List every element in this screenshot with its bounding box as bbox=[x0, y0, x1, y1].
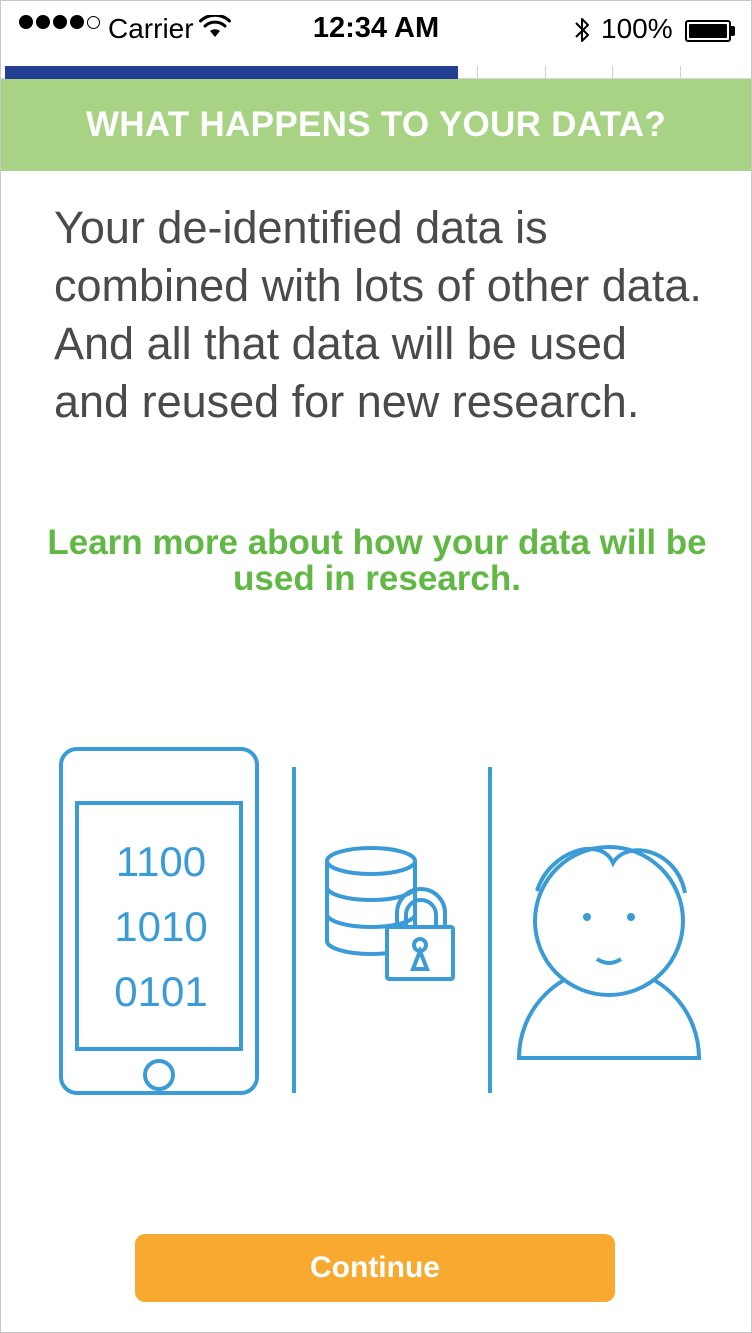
progress-fill bbox=[5, 66, 458, 79]
bluetooth-icon bbox=[573, 15, 591, 50]
status-bar: Carrier 12:34 AM 100% bbox=[1, 1, 751, 63]
person-icon bbox=[516, 845, 702, 1060]
battery-tip-icon bbox=[731, 26, 735, 36]
progress-bar bbox=[1, 63, 751, 79]
progress-segment-divider bbox=[545, 66, 546, 79]
progress-segment-divider bbox=[680, 66, 681, 79]
binary-line-2: 1010 bbox=[114, 903, 207, 950]
learn-more-link[interactable]: Learn more about how your data will be u… bbox=[41, 525, 713, 597]
continue-button[interactable]: Continue bbox=[135, 1234, 615, 1302]
data-flow-illustration: 1100 1010 0101 bbox=[59, 747, 702, 1095]
page-title: WHAT HAPPENS TO YOUR DATA? bbox=[85, 105, 667, 144]
header-band: WHAT HAPPENS TO YOUR DATA? bbox=[1, 79, 751, 171]
battery-icon bbox=[685, 20, 731, 42]
progress-segment-divider bbox=[612, 66, 613, 79]
binary-line-1: 1100 bbox=[116, 838, 206, 885]
body-text: Your de-identified data is combined with… bbox=[54, 202, 702, 427]
binary-line-3: 0101 bbox=[114, 968, 207, 1015]
battery-percent: 100% bbox=[601, 13, 673, 44]
screen: Carrier 12:34 AM 100% WHAT HAPPENS TO YO… bbox=[0, 0, 752, 1333]
progress-segment-divider bbox=[477, 66, 478, 79]
